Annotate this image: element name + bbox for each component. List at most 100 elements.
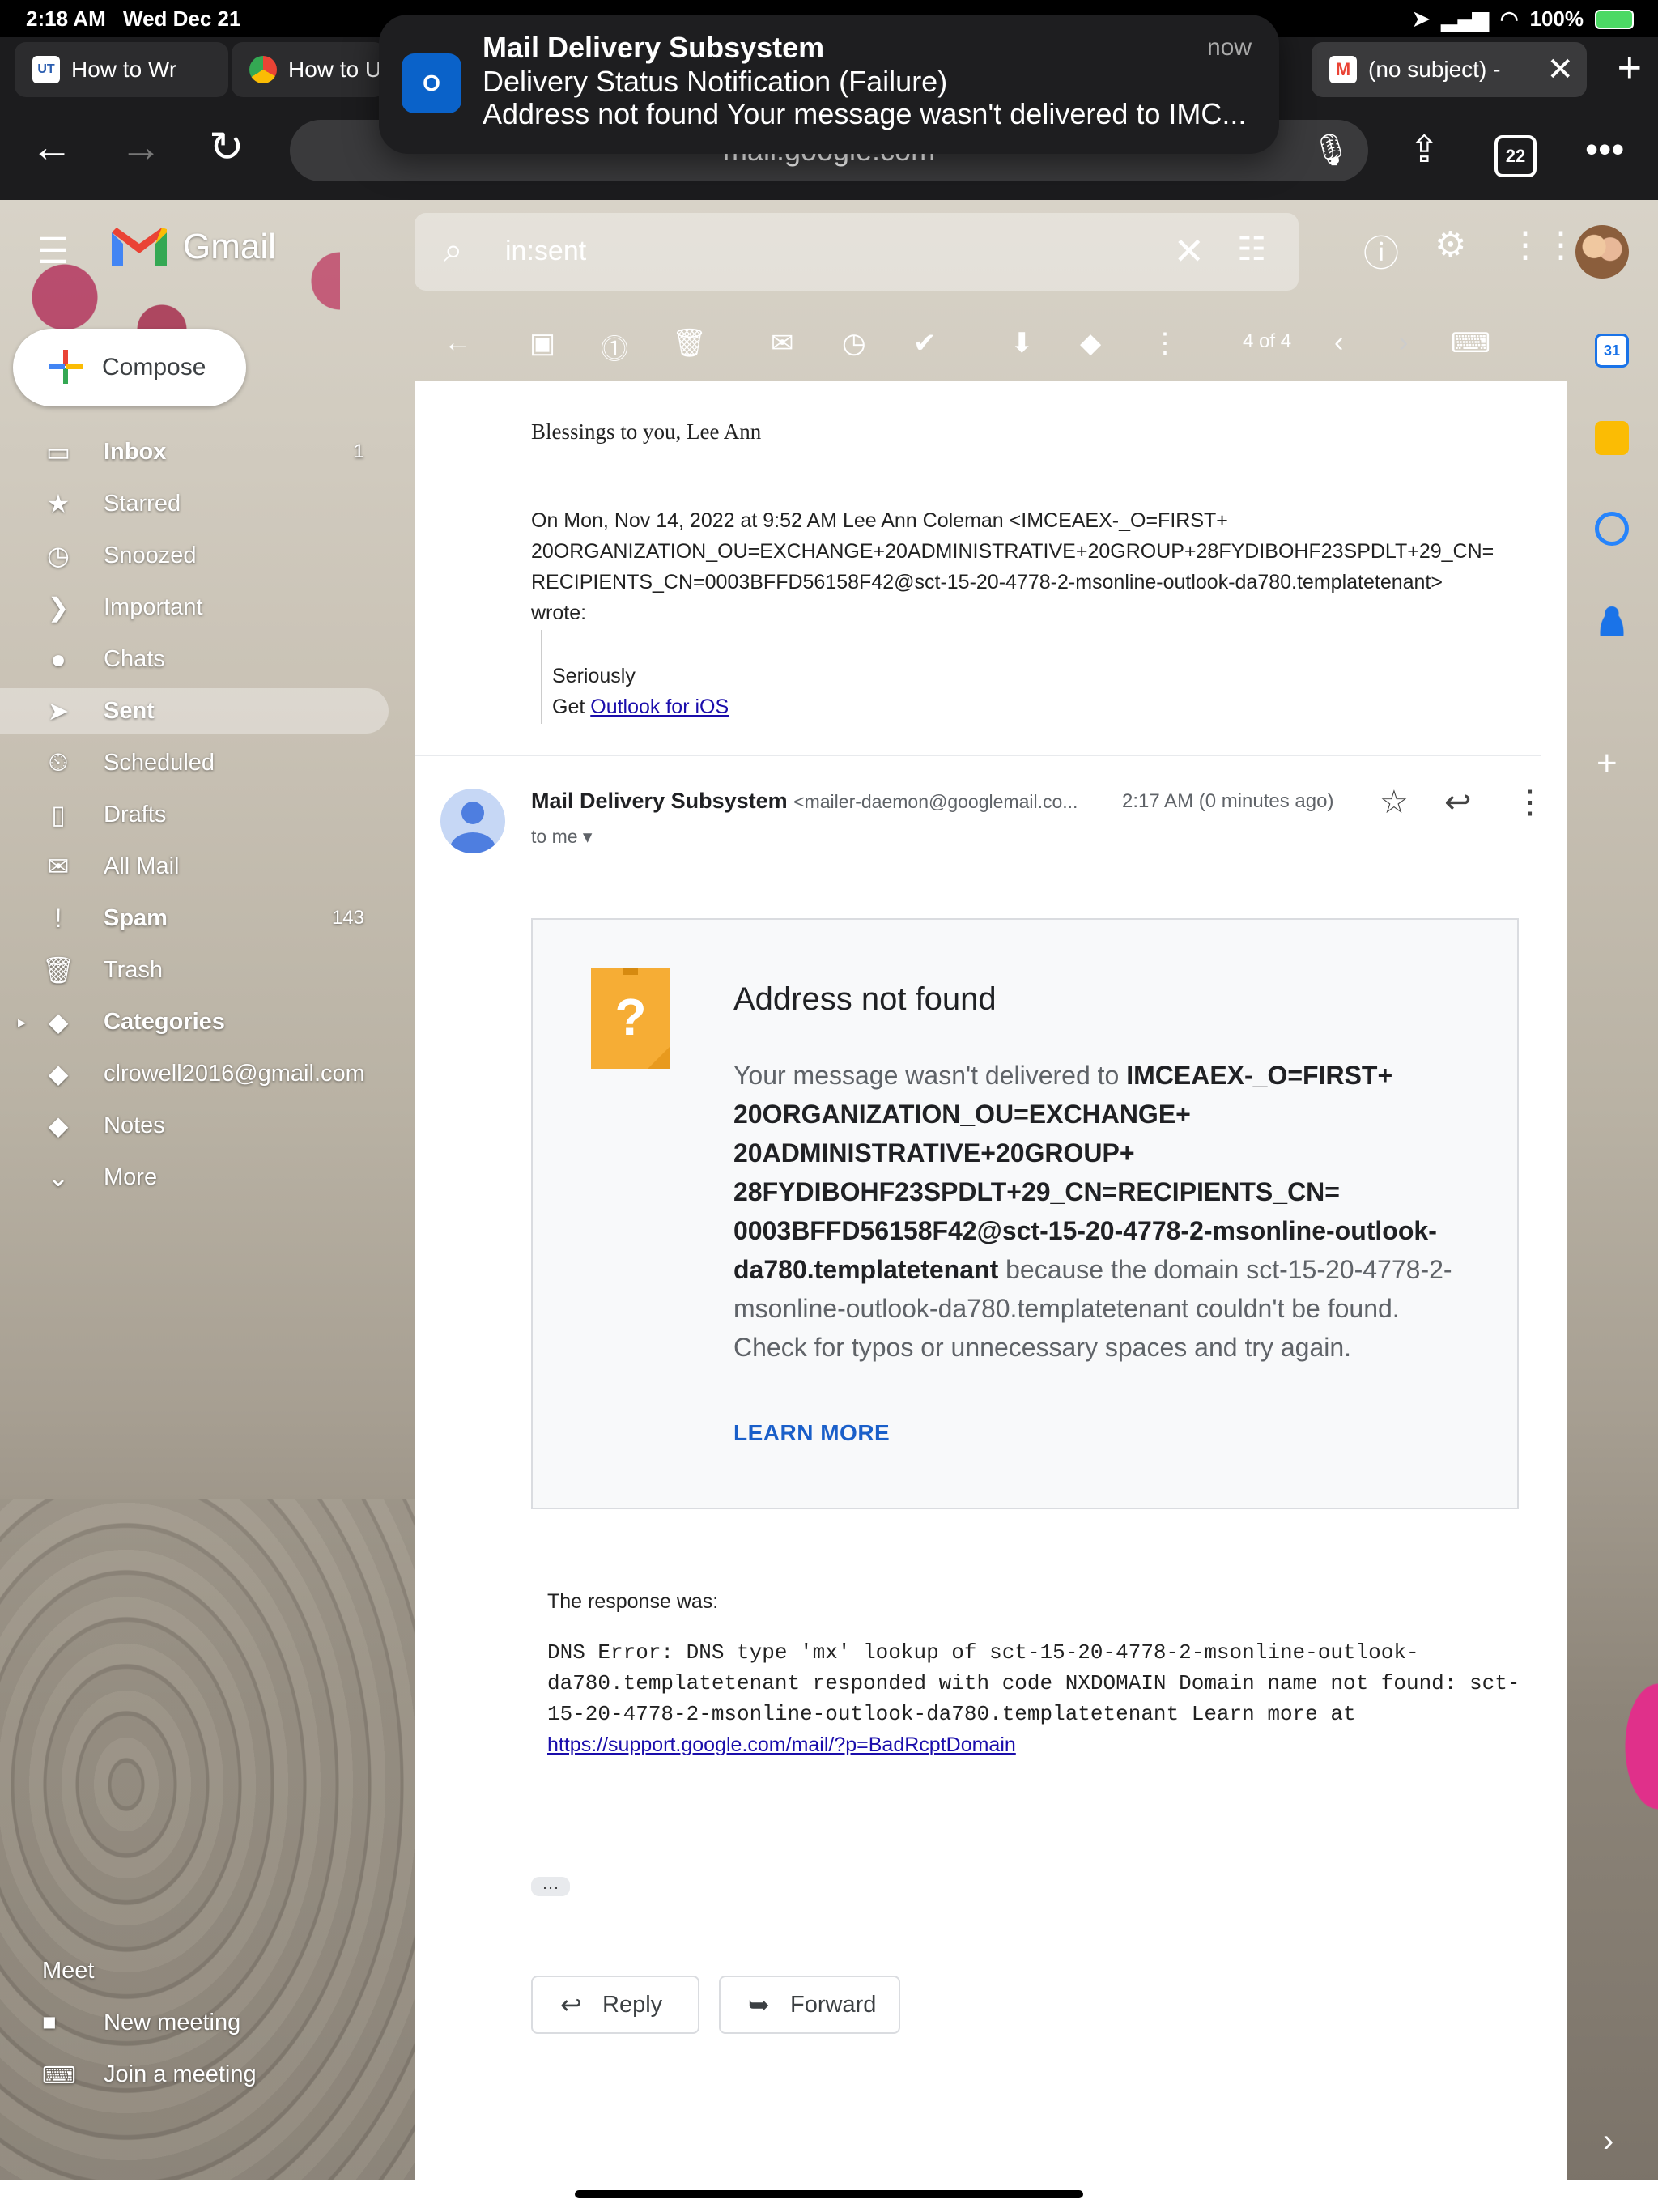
status-time: 2:18 AM [26, 6, 106, 31]
share-icon[interactable]: ⇪ [1409, 125, 1440, 173]
snooze-icon[interactable]: ◷ [842, 327, 866, 359]
tab-title: How to Wr [71, 57, 177, 82]
archive-icon[interactable]: ▣ [529, 327, 555, 359]
message-time: 2:17 AM (0 minutes ago) [1122, 790, 1334, 812]
outlook-link[interactable]: Outlook for iOS [590, 696, 729, 718]
more-actions-icon[interactable]: ⋮ [1151, 327, 1179, 359]
delete-icon[interactable]: 🗑 [672, 327, 707, 359]
close-tab-icon[interactable]: ✕ [1546, 51, 1574, 88]
quoted-text: Seriously Get Outlook for iOS [552, 661, 729, 722]
mark-unread-icon[interactable]: ✉ [771, 327, 794, 359]
gmail-favicon-icon: M [1329, 56, 1357, 83]
tab-switcher-button[interactable]: 22 [1494, 125, 1537, 177]
nf-body: Your message wasn't delivered to IMCEAEX… [733, 1056, 1462, 1367]
report-spam-icon[interactable]: ⓵ [601, 327, 628, 367]
sidebar-item-clrowell2016-gmail-com[interactable]: ◆ clrowell2016@gmail.com [0, 1051, 389, 1096]
forward-button[interactable]: ➥ Forward [719, 1976, 900, 2034]
gmail-logo[interactable]: Gmail [108, 224, 276, 270]
move-to-icon[interactable]: ⬇ [1010, 327, 1034, 359]
bad-rcpt-domain-link[interactable]: https://support.google.com/mail/?p=BadRc… [547, 1733, 1016, 1756]
trash-icon: 🗑 [42, 955, 75, 985]
browser-tab[interactable]: UT How to Wr [15, 42, 228, 97]
sidebar-item-snoozed[interactable]: ◷ Snoozed [0, 533, 389, 578]
signal-icon: ▂▄▆ [1441, 6, 1489, 31]
add-addon-icon[interactable]: + [1596, 743, 1618, 784]
compose-button[interactable]: Compose [13, 329, 246, 406]
account-avatar[interactable] [1575, 225, 1629, 279]
settings-gear-icon[interactable]: ⚙ [1435, 224, 1466, 266]
keep-icon[interactable] [1595, 421, 1629, 455]
learn-more-link[interactable]: LEARN MORE [733, 1420, 890, 1446]
forward-arrow-icon[interactable]: → [120, 125, 162, 170]
recipient-toggle[interactable]: to me ▾ [531, 826, 592, 848]
sidebar-item-categories[interactable]: ◆ Categories ▸ [0, 999, 389, 1044]
sidebar-item-important[interactable]: ❯ Important [0, 585, 389, 630]
browser-tab[interactable]: How to U [232, 42, 385, 97]
show-trimmed-content-button[interactable]: … [531, 1874, 570, 1896]
label-icon: ◆ [48, 1111, 69, 1140]
sidebar-item-label: Trash [104, 956, 164, 983]
notification-title: Mail Delivery Subsystem [483, 31, 825, 64]
mail-icon: ✉ [47, 852, 70, 881]
notification-subtitle: Delivery Status Notification (Failure) [483, 65, 948, 98]
tasks-icon[interactable] [1595, 512, 1629, 546]
sender-avatar[interactable] [440, 789, 505, 853]
help-icon[interactable]: ⓘ [1363, 224, 1399, 276]
sidebar-item-all-mail[interactable]: ✉ All Mail [0, 844, 389, 889]
sidebar-item-spam[interactable]: ! Spam 143 [0, 895, 389, 941]
label-icon[interactable]: ◆ [1080, 327, 1101, 359]
quote-header: On Mon, Nov 14, 2022 at 9:52 AM Lee Ann … [531, 505, 1551, 628]
expand-panel-icon[interactable]: › [1603, 2123, 1613, 2159]
sidebar-item-scheduled[interactable]: ⏲ Scheduled [0, 740, 389, 785]
sidebar-item-count: 143 [331, 907, 364, 929]
sidebar-item-notes[interactable]: ◆ Notes [0, 1103, 389, 1148]
sidebar-item-starred[interactable]: ★ Starred [0, 481, 389, 526]
search-options-icon[interactable]: ☷ [1237, 231, 1266, 268]
sender-name: Mail Delivery Subsystem [531, 789, 788, 813]
video-camera-icon: ■ [42, 2010, 57, 2035]
new-tab-icon[interactable]: + [1618, 45, 1642, 91]
to-me-label: to me [531, 826, 578, 847]
sidebar-item-chats[interactable]: ● Chats [0, 636, 389, 682]
search-icon[interactable]: ⌕ [444, 231, 463, 270]
sidebar-item-more[interactable]: ⌄ More [0, 1155, 389, 1200]
more-menu-icon[interactable]: ••• [1585, 125, 1624, 173]
sidebar-item-label: clrowell2016@gmail.com [104, 1060, 365, 1087]
message-divider [414, 755, 1541, 756]
sidebar-item-label: Scheduled [104, 749, 215, 776]
browser-tab-active[interactable]: M (no subject) - ✕ [1312, 42, 1587, 97]
older-icon[interactable]: › [1399, 327, 1408, 359]
sidebar-item-drafts[interactable]: ▯ Drafts [0, 792, 389, 837]
message-action-bar: ← ▣ ⓵ 🗑 ✉ ◷ ✔ ⬇ ◆ ⋮ 4 of 4 ‹ › ⌨ [414, 309, 1567, 381]
clear-search-icon[interactable]: ✕ [1173, 229, 1205, 273]
reload-icon[interactable]: ↻ [209, 125, 244, 170]
reply-button[interactable]: ↩ Reply [531, 1976, 699, 2034]
hamburger-menu-icon[interactable]: ☰ [37, 231, 69, 272]
sidebar-item-trash[interactable]: 🗑 Trash [0, 947, 389, 993]
newer-icon[interactable]: ‹ [1334, 327, 1343, 359]
gmail-header: ☰ Gmail ⌕ in:sent ✕ ☷ ⓘ ⚙ ⋮⋮⋮ [0, 200, 1658, 301]
notification-body: Address not found Your message wasn't de… [483, 97, 1247, 130]
contacts-icon[interactable] [1595, 602, 1629, 636]
back-arrow-icon[interactable]: ← [31, 125, 73, 170]
add-to-tasks-icon[interactable]: ✔ [913, 327, 937, 359]
mail-search-bar[interactable]: ⌕ in:sent ✕ ☷ [414, 213, 1299, 291]
quoted-line: Get Outlook for iOS [552, 691, 729, 722]
back-to-list-icon[interactable]: ← [444, 327, 471, 359]
sidebar-item-sent[interactable]: ➤ Sent [0, 688, 389, 734]
home-indicator[interactable] [575, 2190, 1083, 2198]
sidebar-item-inbox[interactable]: ▭ Inbox 1 [0, 429, 389, 474]
message-more-icon[interactable]: ⋮ [1514, 784, 1546, 821]
gmail-m-icon [112, 228, 167, 266]
star-icon[interactable]: ☆ [1380, 784, 1409, 821]
tab-count: 22 [1494, 135, 1537, 177]
microphone-icon[interactable]: 🎙 [1312, 120, 1350, 181]
calendar-icon[interactable]: 31 [1595, 334, 1629, 368]
expand-arrow-icon[interactable]: ▸ [18, 1012, 26, 1032]
input-tools-icon[interactable]: ⌨ [1451, 327, 1490, 359]
tab-title: (no subject) - [1368, 57, 1501, 82]
send-icon: ➤ [47, 696, 70, 725]
push-notification[interactable]: O Mail Delivery Subsystem Delivery Statu… [379, 15, 1279, 154]
reply-label: Reply [602, 1991, 663, 2018]
reply-arrow-icon[interactable]: ↩ [1444, 784, 1472, 821]
